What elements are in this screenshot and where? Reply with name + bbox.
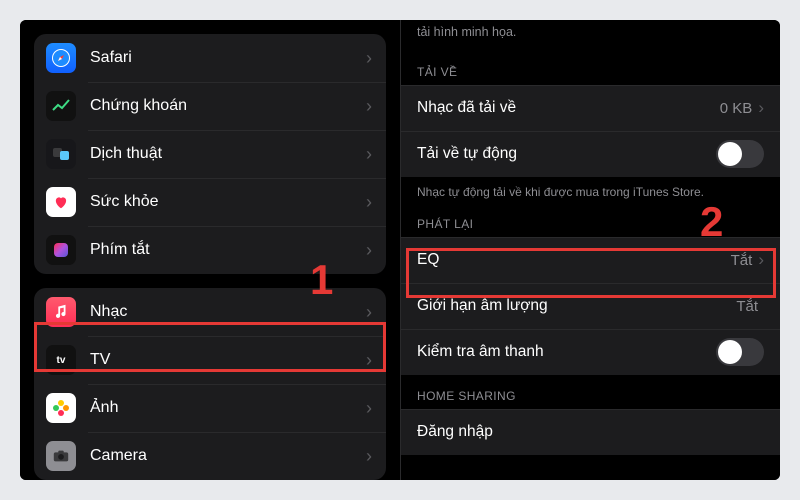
signin-row[interactable]: Đăng nhập (401, 409, 780, 455)
chevron-right-icon: › (366, 96, 372, 117)
chevron-right-icon: › (366, 302, 372, 323)
signin-link[interactable]: Đăng nhập (417, 423, 764, 441)
translate-icon (46, 139, 76, 169)
settings-row-label: Camera (90, 447, 366, 465)
downloaded-music-row[interactable]: Nhạc đã tải về 0 KB › (401, 85, 780, 131)
chevron-right-icon: › (758, 98, 764, 118)
settings-row-label: Chứng khoán (90, 97, 366, 115)
chevron-right-icon: › (758, 250, 764, 270)
settings-row-label: Dịch thuật (90, 145, 366, 163)
chevron-right-icon: › (366, 446, 372, 467)
auto-download-toggle[interactable] (716, 140, 764, 168)
row-label: Nhạc đã tải về (417, 99, 720, 117)
sound-check-row[interactable]: Kiểm tra âm thanh (401, 329, 780, 375)
sound-check-toggle[interactable] (716, 338, 764, 366)
settings-row-label: Safari (90, 49, 366, 67)
settings-row-camera[interactable]: Camera › (34, 432, 386, 480)
settings-row-shortcuts[interactable]: Phím tắt › (34, 226, 386, 274)
settings-row-label: Sức khỏe (90, 193, 366, 211)
settings-row-label: Phím tắt (90, 241, 366, 259)
row-label: EQ (417, 251, 731, 269)
chevron-right-icon: › (366, 398, 372, 419)
list-gap (20, 274, 400, 288)
row-label: Kiểm tra âm thanh (417, 343, 716, 361)
home-sharing-section-header: HOME SHARING (401, 375, 780, 409)
row-value: Tắt (731, 252, 753, 269)
settings-row-label: TV (90, 351, 366, 369)
settings-row-photos[interactable]: Ảnh › (34, 384, 386, 432)
settings-row-health[interactable]: Sức khỏe › (34, 178, 386, 226)
music-settings-pane: tải hình minh họa. TẢI VỀ Nhạc đã tải về… (400, 20, 780, 480)
settings-list-group-2: Nhạc › tv TV › Ảnh › (34, 288, 386, 480)
downloads-section-header: TẢI VỀ (401, 51, 780, 85)
settings-row-music[interactable]: Nhạc › (34, 288, 386, 336)
settings-app-list-pane: Safari › Chứng khoán › Dịch thuật › (20, 20, 400, 480)
music-icon (46, 297, 76, 327)
truncated-caption: tải hình minh họa. (401, 20, 780, 51)
playback-section-header: PHÁT LẠI (401, 203, 780, 237)
tutorial-frame: Safari › Chứng khoán › Dịch thuật › (20, 20, 780, 480)
volume-limit-row[interactable]: Giới hạn âm lượng Tắt (401, 283, 780, 329)
settings-row-label: Ảnh (90, 399, 366, 417)
health-icon (46, 187, 76, 217)
chevron-right-icon: › (366, 144, 372, 165)
row-value: 0 KB (720, 100, 753, 117)
settings-row-tv[interactable]: tv TV › (34, 336, 386, 384)
chevron-right-icon: › (366, 192, 372, 213)
settings-list-group-1: Safari › Chứng khoán › Dịch thuật › (34, 34, 386, 274)
settings-row-translate[interactable]: Dịch thuật › (34, 130, 386, 178)
eq-row[interactable]: EQ Tắt › (401, 237, 780, 283)
row-value: Tắt (736, 298, 758, 315)
auto-download-row[interactable]: Tải về tự động (401, 131, 780, 177)
row-label: Giới hạn âm lượng (417, 297, 736, 315)
settings-row-safari[interactable]: Safari › (34, 34, 386, 82)
downloads-footnote: Nhạc tự động tải về khi được mua trong i… (401, 177, 780, 203)
stocks-icon (46, 91, 76, 121)
camera-icon (46, 441, 76, 471)
chevron-right-icon: › (366, 240, 372, 261)
settings-row-label: Nhạc (90, 303, 366, 321)
appletv-icon: tv (46, 345, 76, 375)
row-label: Tải về tự động (417, 145, 716, 163)
photos-icon (46, 393, 76, 423)
chevron-right-icon: › (366, 350, 372, 371)
settings-row-stocks[interactable]: Chứng khoán › (34, 82, 386, 130)
chevron-right-icon: › (366, 48, 372, 69)
shortcuts-icon (46, 235, 76, 265)
safari-icon (46, 43, 76, 73)
